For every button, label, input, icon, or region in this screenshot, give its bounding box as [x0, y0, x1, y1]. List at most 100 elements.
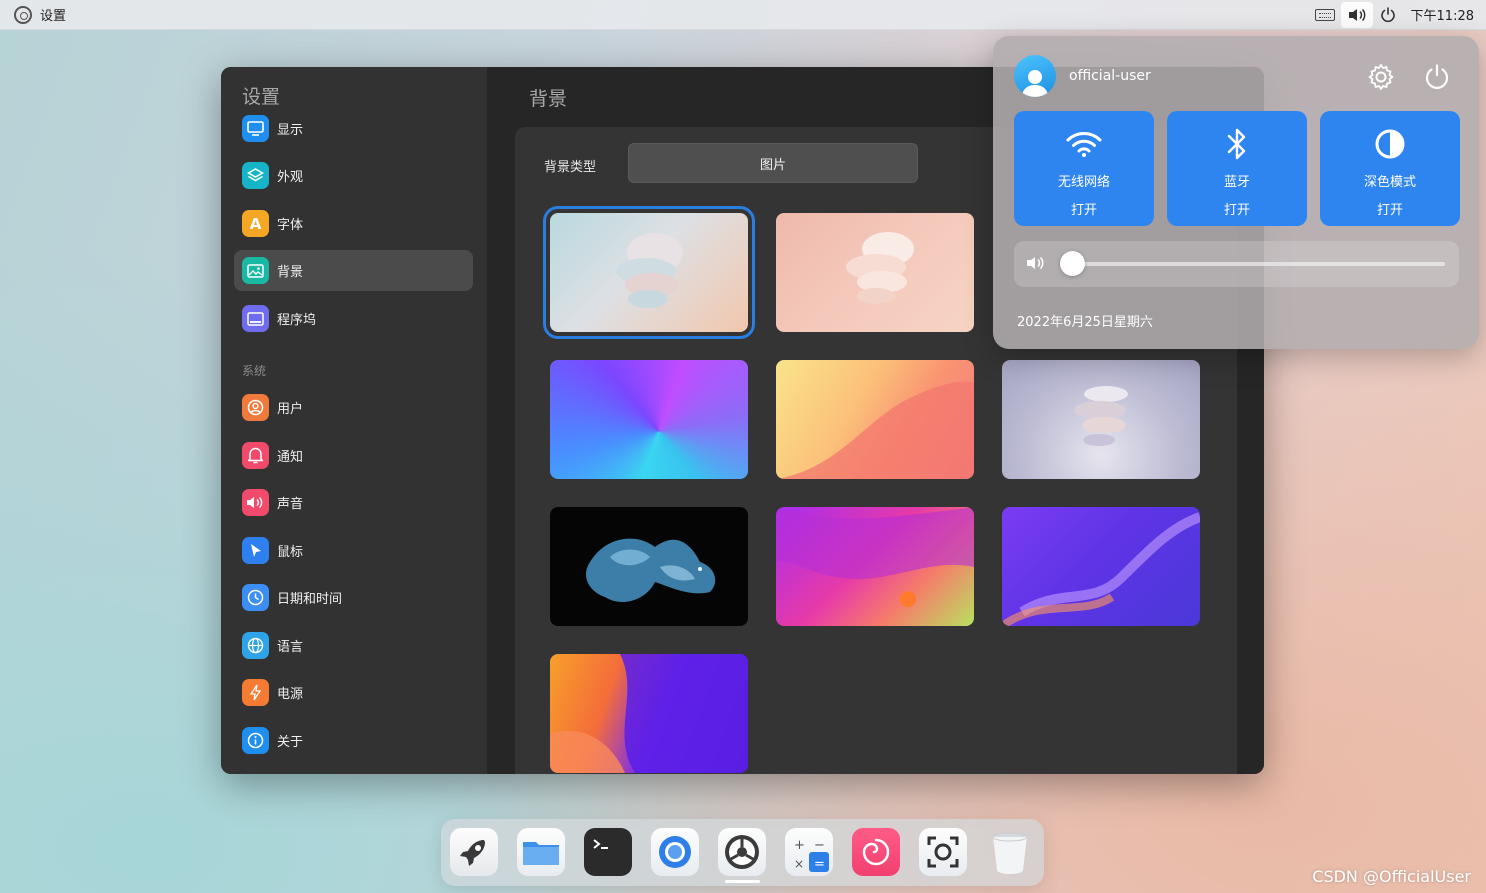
avatar[interactable] [1014, 55, 1056, 97]
sidebar-item-datetime[interactable]: 日期和时间 [234, 577, 473, 618]
volume-icon [1348, 8, 1365, 21]
sidebar-item-notification[interactable]: 通知 [234, 435, 473, 476]
power-button[interactable] [1373, 2, 1403, 28]
sidebar-item-label: 鼠标 [277, 545, 304, 560]
sidebar-item-background[interactable]: 背景 [234, 250, 473, 291]
tile-state: 打开 [1376, 203, 1403, 218]
mouse-icon [242, 537, 269, 564]
wallpaper-2[interactable] [776, 213, 974, 332]
tile-label: 蓝牙 [1223, 175, 1250, 190]
wallpaper-5[interactable] [1002, 360, 1200, 479]
keyboard-icon [1314, 8, 1335, 21]
svg-text:+: + [794, 838, 805, 853]
gear-icon [1368, 64, 1394, 90]
section-label-system: 系统 [242, 364, 267, 378]
wifi-tile[interactable]: 无线网络 打开 [1014, 111, 1154, 226]
background-type-value: 图片 [759, 157, 786, 173]
sidebar-item-label: 关于 [277, 735, 304, 750]
power-icon [1380, 6, 1395, 22]
sidebar-item-about[interactable]: 关于 [234, 720, 473, 761]
keyboard-button[interactable] [1309, 2, 1341, 28]
volume-icon [1027, 256, 1044, 270]
calculator-icon[interactable]: + − × = [785, 828, 833, 876]
volume-button[interactable] [1340, 1, 1373, 28]
sidebar-item-language[interactable]: 语言 [234, 625, 473, 666]
settings-app-icon [14, 5, 32, 24]
page-title: 背景 [529, 88, 568, 110]
wallpaper-9[interactable] [550, 654, 748, 773]
wallpaper-5-art [1074, 386, 1128, 446]
settings-button[interactable] [1366, 62, 1396, 92]
sidebar-item-mouse[interactable]: 鼠标 [234, 530, 473, 571]
background-icon [242, 257, 269, 284]
wallpaper-3[interactable] [550, 360, 748, 479]
dock: + − × = [441, 819, 1044, 886]
launcher-icon[interactable] [450, 828, 498, 876]
screenshot-icon[interactable] [919, 828, 967, 876]
clock-icon [242, 584, 269, 611]
sidebar-item-appearance[interactable]: 外观 [234, 155, 473, 196]
wallpaper-8-art [1002, 512, 1200, 626]
background-type-selector[interactable]: 图片 [628, 143, 918, 183]
sidebar-item-label: 背景 [277, 265, 304, 280]
debian-icon[interactable] [852, 828, 900, 876]
wallpaper-8[interactable] [1002, 507, 1200, 626]
sidebar-item-label: 字体 [277, 218, 304, 233]
power-icon [1425, 64, 1449, 89]
background-type-label: 背景类型 [544, 160, 597, 175]
bluetooth-tile[interactable]: 蓝牙 打开 [1167, 111, 1307, 226]
wallpaper-7[interactable] [776, 507, 974, 626]
dark-mode-icon [1374, 125, 1406, 163]
active-app-indicator [725, 880, 760, 883]
font-icon: A [242, 210, 269, 237]
wallpaper-6[interactable] [550, 507, 748, 626]
files-icon[interactable] [517, 828, 565, 876]
power-icon [242, 679, 269, 706]
wallpaper-6-art [585, 538, 716, 602]
date-label: 2022年6月25日星期六 [1017, 315, 1153, 330]
sidebar-item-label: 用户 [277, 402, 304, 417]
sound-icon [242, 489, 269, 516]
volume-slider[interactable] [1014, 241, 1459, 287]
top-panel: 设置 下午11:28 [0, 0, 1486, 30]
bluetooth-icon [1225, 125, 1249, 163]
sidebar-item-power[interactable]: 电源 [234, 672, 473, 713]
sidebar: 设置 显示 外观 A 字体 背景 程序坞 系统 用户 通知 声音 鼠标 日期和时… [221, 67, 487, 774]
sidebar-item-dock[interactable]: 程序坞 [234, 298, 473, 339]
power-menu-button[interactable] [1422, 62, 1452, 92]
user-avatar-icon [1022, 70, 1048, 97]
trash-icon[interactable] [986, 828, 1034, 876]
volume-track[interactable] [1072, 262, 1445, 266]
sidebar-item-label: 程序坞 [277, 313, 317, 328]
browser-icon[interactable] [651, 828, 699, 876]
wallpaper-7-art [776, 507, 974, 607]
svg-text:=: = [814, 857, 825, 872]
sidebar-item-label: 外观 [277, 170, 304, 185]
wallpaper-1[interactable] [543, 206, 755, 339]
dark-mode-tile[interactable]: 深色模式 打开 [1320, 111, 1460, 226]
user-icon [242, 394, 269, 421]
wifi-icon [1065, 125, 1103, 163]
wallpaper-4[interactable] [776, 360, 974, 479]
tile-label: 深色模式 [1363, 175, 1416, 190]
volume-knob[interactable] [1060, 251, 1085, 276]
sidebar-item-sound[interactable]: 声音 [234, 482, 473, 523]
sidebar-item-label: 声音 [277, 497, 304, 512]
dock-icon [242, 305, 269, 332]
display-icon [242, 115, 269, 142]
sidebar-item-font[interactable]: A 字体 [234, 203, 473, 244]
sidebar-item-display[interactable]: 显示 [234, 108, 473, 149]
sidebar-item-label: 显示 [277, 123, 304, 138]
wallpaper-2-art [846, 232, 914, 304]
terminal-icon[interactable] [584, 828, 632, 876]
wallpaper-9-art [550, 654, 748, 773]
tile-state: 打开 [1070, 203, 1097, 218]
svg-text:×: × [794, 857, 804, 871]
globe-icon [242, 632, 269, 659]
clock[interactable]: 下午11:28 [1403, 5, 1486, 24]
sidebar-item-user[interactable]: 用户 [234, 387, 473, 428]
appearance-icon [242, 162, 269, 189]
sidebar-title: 设置 [242, 86, 281, 108]
settings-icon[interactable] [718, 828, 766, 876]
sidebar-item-label: 日期和时间 [277, 592, 343, 607]
